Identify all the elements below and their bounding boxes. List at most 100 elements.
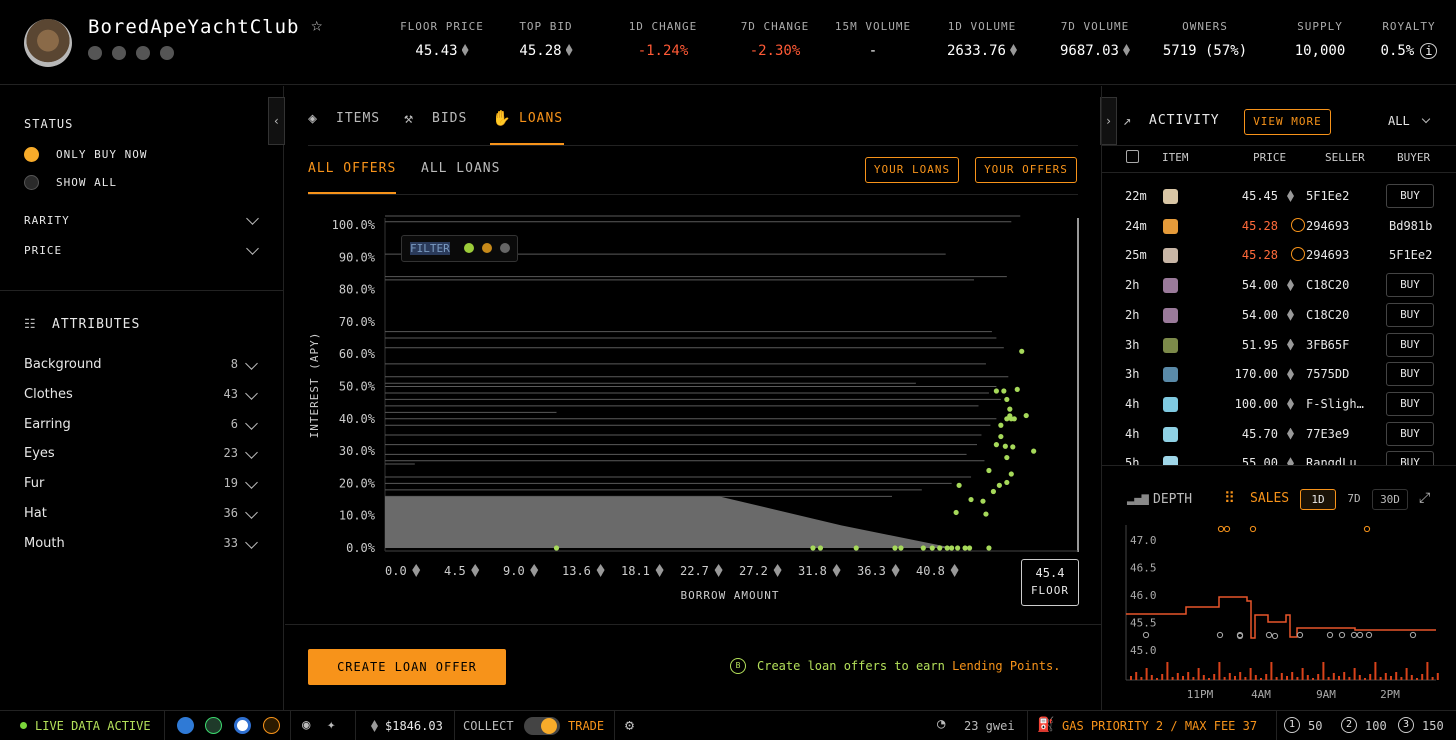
floor-marker: 45.4 FLOOR (1021, 559, 1079, 606)
trade-label[interactable]: TRADE (568, 719, 604, 733)
item-thumbnail[interactable] (1163, 278, 1178, 294)
gauge-icon: ◔ (937, 716, 946, 732)
activity-list: 22m 45.45 5F1Ee2 BUY 24m 45.28 294693 Bd981b 25m… (0, 0, 1456, 466)
item-thumbnail[interactable] (1163, 367, 1178, 383)
activity-row[interactable]: 4h 45.70 77E3e9 BUY (1101, 419, 1456, 449)
attribute-fur[interactable]: Fur 19 (24, 476, 260, 496)
buy-button[interactable]: BUY (1386, 362, 1434, 387)
x2y2-icon[interactable] (234, 717, 251, 734)
item-thumbnail[interactable] (1163, 248, 1178, 264)
range-7d[interactable]: 7D (1338, 489, 1370, 510)
activity-buyer[interactable]: Bd981b (1389, 219, 1432, 233)
divider (1101, 465, 1456, 466)
settings-gear-icon[interactable]: ⚙ (625, 716, 634, 734)
priority-3-badge[interactable]: 3 (1398, 717, 1414, 733)
range-1d[interactable]: 1D (1300, 489, 1336, 510)
blend-icon[interactable] (263, 717, 280, 734)
activity-seller[interactable]: 77E3e9 (1306, 427, 1349, 441)
activity-time: 2h (1125, 278, 1140, 293)
activity-row[interactable]: 3h 170.00 7575DD BUY (1101, 359, 1456, 389)
tab-sales[interactable]: SALES (1250, 491, 1289, 506)
divider (355, 711, 356, 740)
chevron-down-icon (245, 535, 258, 549)
gas-price: 23 gwei (964, 719, 1015, 733)
activity-row[interactable]: 22m 45.45 5F1Ee2 BUY (1101, 181, 1456, 211)
item-thumbnail[interactable] (1163, 218, 1178, 234)
buy-button[interactable]: BUY (1386, 184, 1434, 208)
activity-seller[interactable]: 7575DD (1306, 367, 1349, 381)
activity-price: 45.28 (1241, 218, 1278, 233)
lending-promo: Create loan offers to earn Lending Point… (757, 659, 1060, 673)
attribute-name: Hat (24, 506, 47, 521)
activity-seller[interactable]: 5F1Ee2 (1306, 189, 1349, 203)
buy-button[interactable]: BUY (1386, 302, 1434, 327)
collect-label[interactable]: COLLECT (463, 719, 514, 733)
divider (285, 624, 1101, 625)
divider (614, 711, 615, 740)
opensea-icon[interactable] (177, 717, 194, 734)
priority-1-badge[interactable]: 1 (1284, 717, 1300, 733)
activity-seller[interactable]: 3FB65F (1306, 338, 1349, 352)
buy-button[interactable]: BUY (1386, 332, 1434, 357)
attribute-hat[interactable]: Hat 36 (24, 506, 260, 526)
item-thumbnail[interactable] (1163, 426, 1178, 442)
activity-seller[interactable]: 294693 (1306, 248, 1349, 262)
buy-button[interactable]: BUY (1386, 273, 1434, 298)
live-data-label: LIVE DATA ACTIVE (35, 719, 151, 733)
activity-buyer[interactable]: 5F1Ee2 (1389, 248, 1432, 262)
buy-button[interactable]: BUY (1386, 421, 1434, 446)
priority-3-value[interactable]: 150 (1422, 719, 1444, 733)
attribute-count: 33 (223, 535, 238, 550)
priority-2-badge[interactable]: 2 (1341, 717, 1357, 733)
activity-price: 170.00 (1234, 367, 1278, 382)
buy-button[interactable]: BUY (1386, 391, 1434, 416)
activity-row[interactable]: 2h 54.00 C18C20 BUY (1101, 300, 1456, 330)
eth-price: $1846.03 (385, 719, 443, 733)
expand-icon[interactable]: ⤢ (1419, 490, 1430, 506)
attribute-mouth[interactable]: Mouth 33 (24, 536, 260, 556)
attribute-name: Mouth (24, 535, 65, 551)
activity-row[interactable]: 4h 100.00 F-Sligh… BUY (1101, 389, 1456, 419)
divider (454, 711, 455, 740)
priority-2-value[interactable]: 100 (1365, 719, 1387, 733)
lending-points-icon: B (730, 658, 746, 674)
item-thumbnail[interactable] (1163, 189, 1178, 204)
activity-seller[interactable]: 294693 (1306, 219, 1349, 233)
buy-button[interactable]: BUY (1386, 451, 1434, 466)
eth-icon (1287, 338, 1294, 351)
activity-price: 45.45 (1241, 189, 1278, 203)
gas-priority[interactable]: GAS PRIORITY 2 / MAX FEE 37 (1062, 719, 1257, 733)
activity-seller[interactable]: F-Sligh… (1306, 397, 1364, 411)
activity-price: 100.00 (1234, 396, 1278, 411)
priority-1-value[interactable]: 50 (1308, 719, 1322, 733)
activity-seller[interactable]: C18C20 (1306, 308, 1349, 322)
activity-price: 54.00 (1241, 307, 1278, 322)
activity-row[interactable]: 2h 54.00 C18C20 BUY (1101, 270, 1456, 300)
activity-row[interactable]: 3h 51.95 3FB65F BUY (1101, 330, 1456, 360)
twitter-icon[interactable]: ✦ (327, 717, 335, 733)
item-thumbnail[interactable] (1163, 307, 1178, 323)
activity-price: 45.28 (1241, 248, 1278, 263)
attribute-count: 19 (223, 476, 238, 491)
activity-row[interactable]: 5h 55.00 RangdLu BUY (1101, 448, 1456, 466)
eth-icon (1287, 190, 1294, 202)
activity-time: 4h (1125, 426, 1140, 441)
tab-depth[interactable]: DEPTH (1153, 492, 1192, 507)
activity-price: 45.70 (1241, 426, 1278, 441)
activity-price: 54.00 (1241, 278, 1278, 293)
activity-seller[interactable]: C18C20 (1306, 278, 1349, 292)
range-30d[interactable]: 30D (1372, 489, 1408, 510)
item-thumbnail[interactable] (1163, 337, 1178, 353)
activity-time: 4h (1125, 396, 1140, 411)
bar-chart-icon: ▂▄▆ (1127, 491, 1149, 505)
activity-row[interactable]: 25m 45.28 294693 5F1Ee2 (1101, 240, 1456, 270)
lending-points-link[interactable]: Lending Points. (952, 659, 1060, 673)
eth-icon (1287, 397, 1294, 410)
looksrare-icon[interactable] (205, 717, 222, 734)
activity-row[interactable]: 24m 45.28 294693 Bd981b (1101, 211, 1456, 241)
discord-icon[interactable]: ◉ (302, 717, 310, 733)
live-indicator-icon (20, 722, 27, 729)
create-loan-offer-button[interactable]: CREATE LOAN OFFER (308, 649, 506, 685)
eth-icon (1287, 368, 1294, 381)
item-thumbnail[interactable] (1163, 396, 1178, 412)
